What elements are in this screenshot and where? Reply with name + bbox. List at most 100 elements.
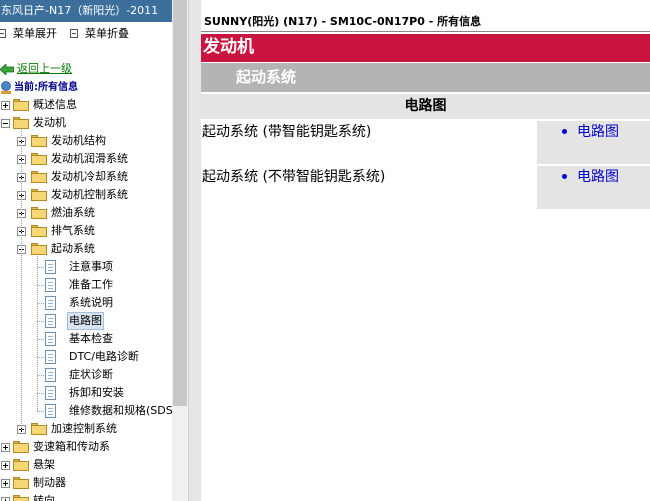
tree-folder-node[interactable]: 发动机润滑系统 [0, 150, 172, 168]
collapse-all-button[interactable]: 菜单折叠 [70, 26, 129, 42]
tree-node-label: 准备工作 [69, 278, 113, 291]
tree-guide-line [37, 256, 38, 411]
tree-page-node[interactable]: 系统说明 [0, 294, 172, 312]
expand-plus-icon[interactable] [1, 443, 10, 452]
folder-icon [13, 459, 29, 471]
folder-icon [31, 423, 47, 435]
bullet-icon [562, 129, 567, 134]
document-icon [45, 260, 56, 274]
expand-all-label: 菜单展开 [13, 27, 57, 40]
document-title: SUNNY(阳光) (N17) - SM10C-0N17P0 - 所有信息 [204, 15, 482, 28]
tree-node-label: 维修数据和规格(SDS) [69, 404, 172, 417]
expand-all-button[interactable]: 菜单展开 [0, 26, 57, 42]
tree-page-node[interactable]: 准备工作 [0, 276, 172, 294]
tree-node-label: 悬架 [33, 458, 55, 471]
document-icon [45, 350, 56, 364]
row-link-cell: 电路图 [537, 166, 650, 209]
tree-connector [37, 393, 44, 394]
green-back-arrow-icon [0, 64, 14, 75]
tree-node-label: 基本检查 [69, 332, 113, 345]
tree-connector [37, 357, 44, 358]
tree-page-node[interactable]: DTC/电路诊断 [0, 348, 172, 366]
document-icon [45, 296, 56, 310]
folder-icon [31, 189, 47, 201]
tree-node-label: 排气系统 [51, 224, 95, 237]
tree-folder-node[interactable]: 发动机 [0, 114, 172, 132]
tree-folder-node[interactable]: 悬架 [0, 456, 172, 474]
tree-node-label: 电路图 [67, 312, 104, 330]
tree-node-label: 症状诊断 [69, 368, 113, 381]
collapse-all-icon [70, 29, 78, 38]
folder-icon [13, 99, 29, 111]
globe-icon [1, 81, 11, 94]
table-row: 起动系统 (带智能钥匙系统) 电路图 [201, 121, 650, 164]
tree-folder-node[interactable]: 制动器 [0, 474, 172, 492]
tree-connector [37, 375, 44, 376]
folder-icon [13, 477, 29, 489]
tree-page-node[interactable]: 维修数据和规格(SDS) [0, 402, 172, 420]
tree-node-label: 拆卸和安装 [69, 386, 124, 399]
document-icon [45, 278, 56, 292]
tree-folder-node[interactable]: 发动机控制系统 [0, 186, 172, 204]
folder-icon [31, 207, 47, 219]
collapse-minus-icon[interactable] [1, 119, 10, 128]
tree-folder-node[interactable]: 燃油系统 [0, 204, 172, 222]
manual-title-bar: 东风日产-N17（新阳光）-2011 [0, 0, 172, 22]
table-row: 起动系统 (不带智能钥匙系统) 电路图 [201, 166, 650, 209]
section-heading: 发动机 [201, 34, 650, 62]
tree-node-label: 转向 [33, 494, 55, 501]
tree-folder-node[interactable]: 转向 [0, 492, 172, 501]
tree-connector [37, 303, 44, 304]
title-divider [201, 31, 650, 32]
tree-connector [37, 321, 44, 322]
wiring-diagram-link[interactable]: 电路图 [577, 123, 619, 141]
tree-folder-node[interactable]: 概述信息 [0, 96, 172, 114]
pane-splitter[interactable] [188, 0, 201, 501]
collapse-all-label: 菜单折叠 [85, 27, 129, 40]
tree-node-label: 发动机冷却系统 [51, 170, 128, 183]
tree-folder-node[interactable]: 排气系统 [0, 222, 172, 240]
tree-node-label: 变速箱和传动系 [33, 440, 110, 453]
row-link-cell: 电路图 [537, 121, 650, 164]
document-icon [45, 314, 56, 328]
tree-folder-node[interactable]: 发动机冷却系统 [0, 168, 172, 186]
folder-icon [31, 153, 47, 165]
tree-page-node[interactable]: 拆卸和安装 [0, 384, 172, 402]
table-header: 电路图 [201, 94, 650, 119]
tree-page-node[interactable]: 基本检查 [0, 330, 172, 348]
back-up-label: 返回上一级 [17, 62, 72, 75]
tree-connector [37, 339, 44, 340]
expand-all-icon [0, 29, 6, 38]
tree-folder-node[interactable]: 加速控制系统 [0, 420, 172, 438]
bullet-icon [562, 174, 567, 179]
tree-page-node[interactable]: 电路图 [0, 312, 172, 330]
tree-connector [37, 411, 44, 412]
expand-plus-icon[interactable] [1, 461, 10, 470]
expand-plus-icon[interactable] [1, 479, 10, 488]
tree-connector [37, 285, 44, 286]
tree-node-label: 发动机结构 [51, 134, 106, 147]
tree-node-label: DTC/电路诊断 [69, 350, 139, 363]
folder-icon [31, 135, 47, 147]
tree-node-label: 概述信息 [33, 98, 77, 111]
tree-connector [37, 267, 44, 268]
document-icon [45, 368, 56, 382]
current-location-label: 当前:所有信息 [14, 82, 78, 93]
tree-node-label: 制动器 [33, 476, 66, 489]
tree-page-node[interactable]: 注意事项 [0, 258, 172, 276]
expand-plus-icon[interactable] [1, 101, 10, 110]
tree-node-label: 系统说明 [69, 296, 113, 309]
tree-scrollbar[interactable] [172, 0, 188, 501]
folder-icon [31, 171, 47, 183]
app-window: 东风日产-N17（新阳光）-2011 菜单展开 菜单折叠 返回上一级 当前:所有… [0, 0, 650, 501]
tree-folder-node[interactable]: 起动系统 [0, 240, 172, 258]
navigation-pane: 东风日产-N17（新阳光）-2011 菜单展开 菜单折叠 返回上一级 当前:所有… [0, 0, 172, 501]
tree-folder-node[interactable]: 变速箱和传动系 [0, 438, 172, 456]
tree-page-node[interactable]: 症状诊断 [0, 366, 172, 384]
tree-folder-node[interactable]: 发动机结构 [0, 132, 172, 150]
folder-icon [13, 441, 29, 453]
wiring-diagram-link[interactable]: 电路图 [577, 168, 619, 186]
expand-plus-icon[interactable] [1, 497, 10, 501]
scrollbar-thumb[interactable] [173, 0, 187, 406]
document-icon [45, 404, 56, 418]
